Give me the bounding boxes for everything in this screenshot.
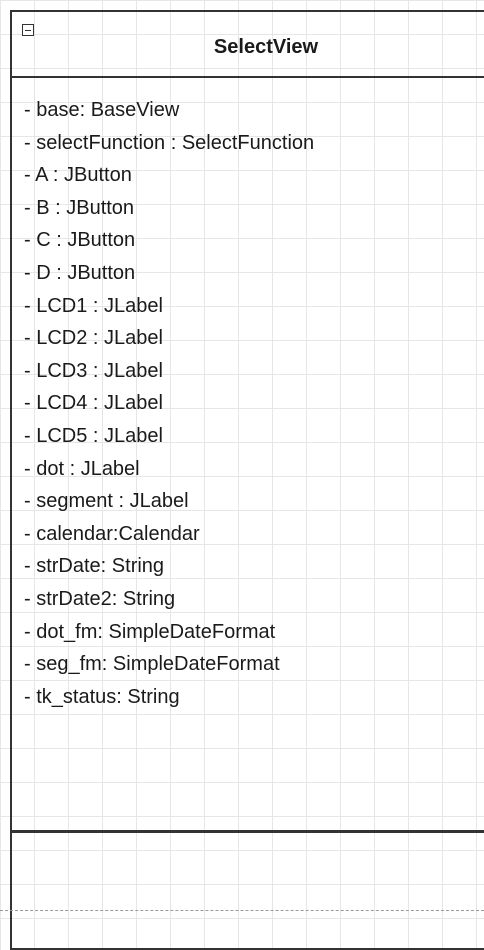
attribute-row[interactable]: - seg_fm: SimpleDateFormat bbox=[24, 648, 314, 681]
attribute-row[interactable]: - tk_status: String bbox=[24, 681, 314, 714]
attribute-row[interactable]: - B : JButton bbox=[24, 192, 314, 225]
minus-square-icon[interactable] bbox=[22, 24, 34, 36]
attribute-row[interactable]: - selectFunction : SelectFunction bbox=[24, 127, 314, 160]
page-break-line bbox=[0, 910, 484, 911]
attribute-row[interactable]: - D : JButton bbox=[24, 257, 314, 290]
attribute-row[interactable]: - segment : JLabel bbox=[24, 485, 314, 518]
attribute-row[interactable]: - LCD3 : JLabel bbox=[24, 355, 314, 388]
attribute-row[interactable]: - LCD2 : JLabel bbox=[24, 322, 314, 355]
attribute-row[interactable]: - LCD5 : JLabel bbox=[24, 420, 314, 453]
attribute-row[interactable]: - calendar:Calendar bbox=[24, 518, 314, 551]
class-name[interactable]: SelectView bbox=[12, 36, 484, 59]
attribute-row[interactable]: - strDate2: String bbox=[24, 583, 314, 616]
attributes-compartment: - base: BaseView - selectFunction : Sele… bbox=[24, 94, 314, 713]
attribute-row[interactable]: - base: BaseView bbox=[24, 94, 314, 127]
attribute-row[interactable]: - LCD1 : JLabel bbox=[24, 290, 314, 323]
attribute-row[interactable]: - C : JButton bbox=[24, 224, 314, 257]
attribute-row[interactable]: - strDate: String bbox=[24, 550, 314, 583]
class-header: SelectView bbox=[12, 12, 484, 78]
attribute-row[interactable]: - dot : JLabel bbox=[24, 453, 314, 486]
uml-class-selectview[interactable]: SelectView - base: BaseView - selectFunc… bbox=[10, 10, 484, 950]
attribute-row[interactable]: - A : JButton bbox=[24, 159, 314, 192]
attribute-row[interactable]: - LCD4 : JLabel bbox=[24, 387, 314, 420]
attribute-row[interactable]: - dot_fm: SimpleDateFormat bbox=[24, 616, 314, 649]
methods-compartment[interactable] bbox=[12, 833, 484, 948]
diagram-canvas: SelectView - base: BaseView - selectFunc… bbox=[0, 0, 484, 950]
